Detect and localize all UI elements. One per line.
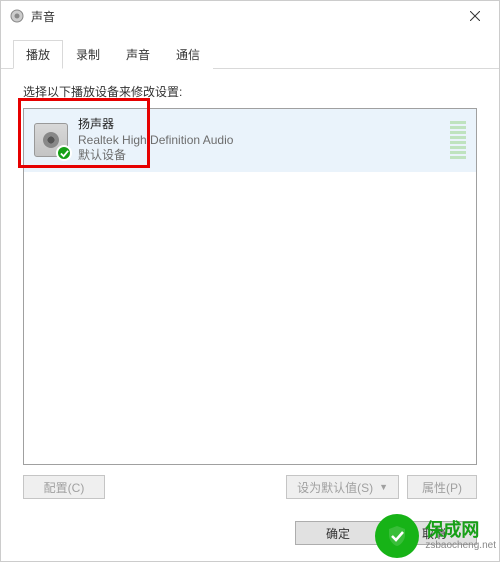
- ok-button[interactable]: 确定: [295, 521, 381, 545]
- device-icon-wrap: [34, 123, 68, 157]
- tab-content: 选择以下播放设备来修改设置: 扬声器 Realtek High Definiti…: [1, 69, 499, 509]
- window-title: 声音: [31, 8, 455, 25]
- tab-label: 播放: [26, 48, 50, 62]
- button-label: 确定: [326, 525, 350, 542]
- watermark-name: 保成网: [425, 521, 496, 541]
- tab-label: 通信: [176, 48, 200, 62]
- tab-communications[interactable]: 通信: [163, 40, 213, 69]
- watermark-text: 保成网 zsbaocheng.net: [425, 521, 496, 552]
- list-buttons: 配置(C) 设为默认值(S) ▼ 属性(P): [23, 465, 477, 499]
- button-label: 配置(C): [44, 479, 85, 496]
- button-label: 设为默认值(S): [297, 479, 373, 496]
- tab-sounds[interactable]: 声音: [113, 40, 163, 69]
- titlebar: 声音: [1, 1, 499, 31]
- prompt-label: 选择以下播放设备来修改设置:: [23, 83, 477, 100]
- tab-recording[interactable]: 录制: [63, 40, 113, 69]
- level-meter-icon: [450, 121, 466, 159]
- default-badge-icon: [56, 145, 72, 161]
- tab-label: 声音: [126, 48, 150, 62]
- shield-check-icon: [375, 514, 419, 558]
- sound-dialog: 声音 播放 录制 声音 通信 选择以下播放设备来修改设置:: [0, 0, 500, 562]
- watermark-url: zsbaocheng.net: [425, 540, 496, 551]
- watermark: 保成网 zsbaocheng.net: [375, 514, 496, 558]
- configure-button[interactable]: 配置(C): [23, 475, 105, 499]
- close-icon: [470, 11, 480, 21]
- app-icon: [9, 8, 25, 24]
- device-status: 默认设备: [78, 148, 440, 164]
- dropdown-caret-icon: ▼: [379, 482, 388, 492]
- tabstrip: 播放 录制 声音 通信: [1, 31, 499, 69]
- close-button[interactable]: [455, 1, 495, 31]
- tab-playback[interactable]: 播放: [13, 40, 63, 69]
- set-default-button[interactable]: 设为默认值(S) ▼: [286, 475, 399, 499]
- device-list[interactable]: 扬声器 Realtek High Definition Audio 默认设备: [23, 108, 477, 465]
- properties-button[interactable]: 属性(P): [407, 475, 477, 499]
- device-driver: Realtek High Definition Audio: [78, 133, 440, 149]
- button-label: 属性(P): [422, 479, 462, 496]
- device-row[interactable]: 扬声器 Realtek High Definition Audio 默认设备: [24, 109, 476, 172]
- device-text: 扬声器 Realtek High Definition Audio 默认设备: [78, 117, 440, 164]
- device-name: 扬声器: [78, 117, 440, 133]
- tab-label: 录制: [76, 48, 100, 62]
